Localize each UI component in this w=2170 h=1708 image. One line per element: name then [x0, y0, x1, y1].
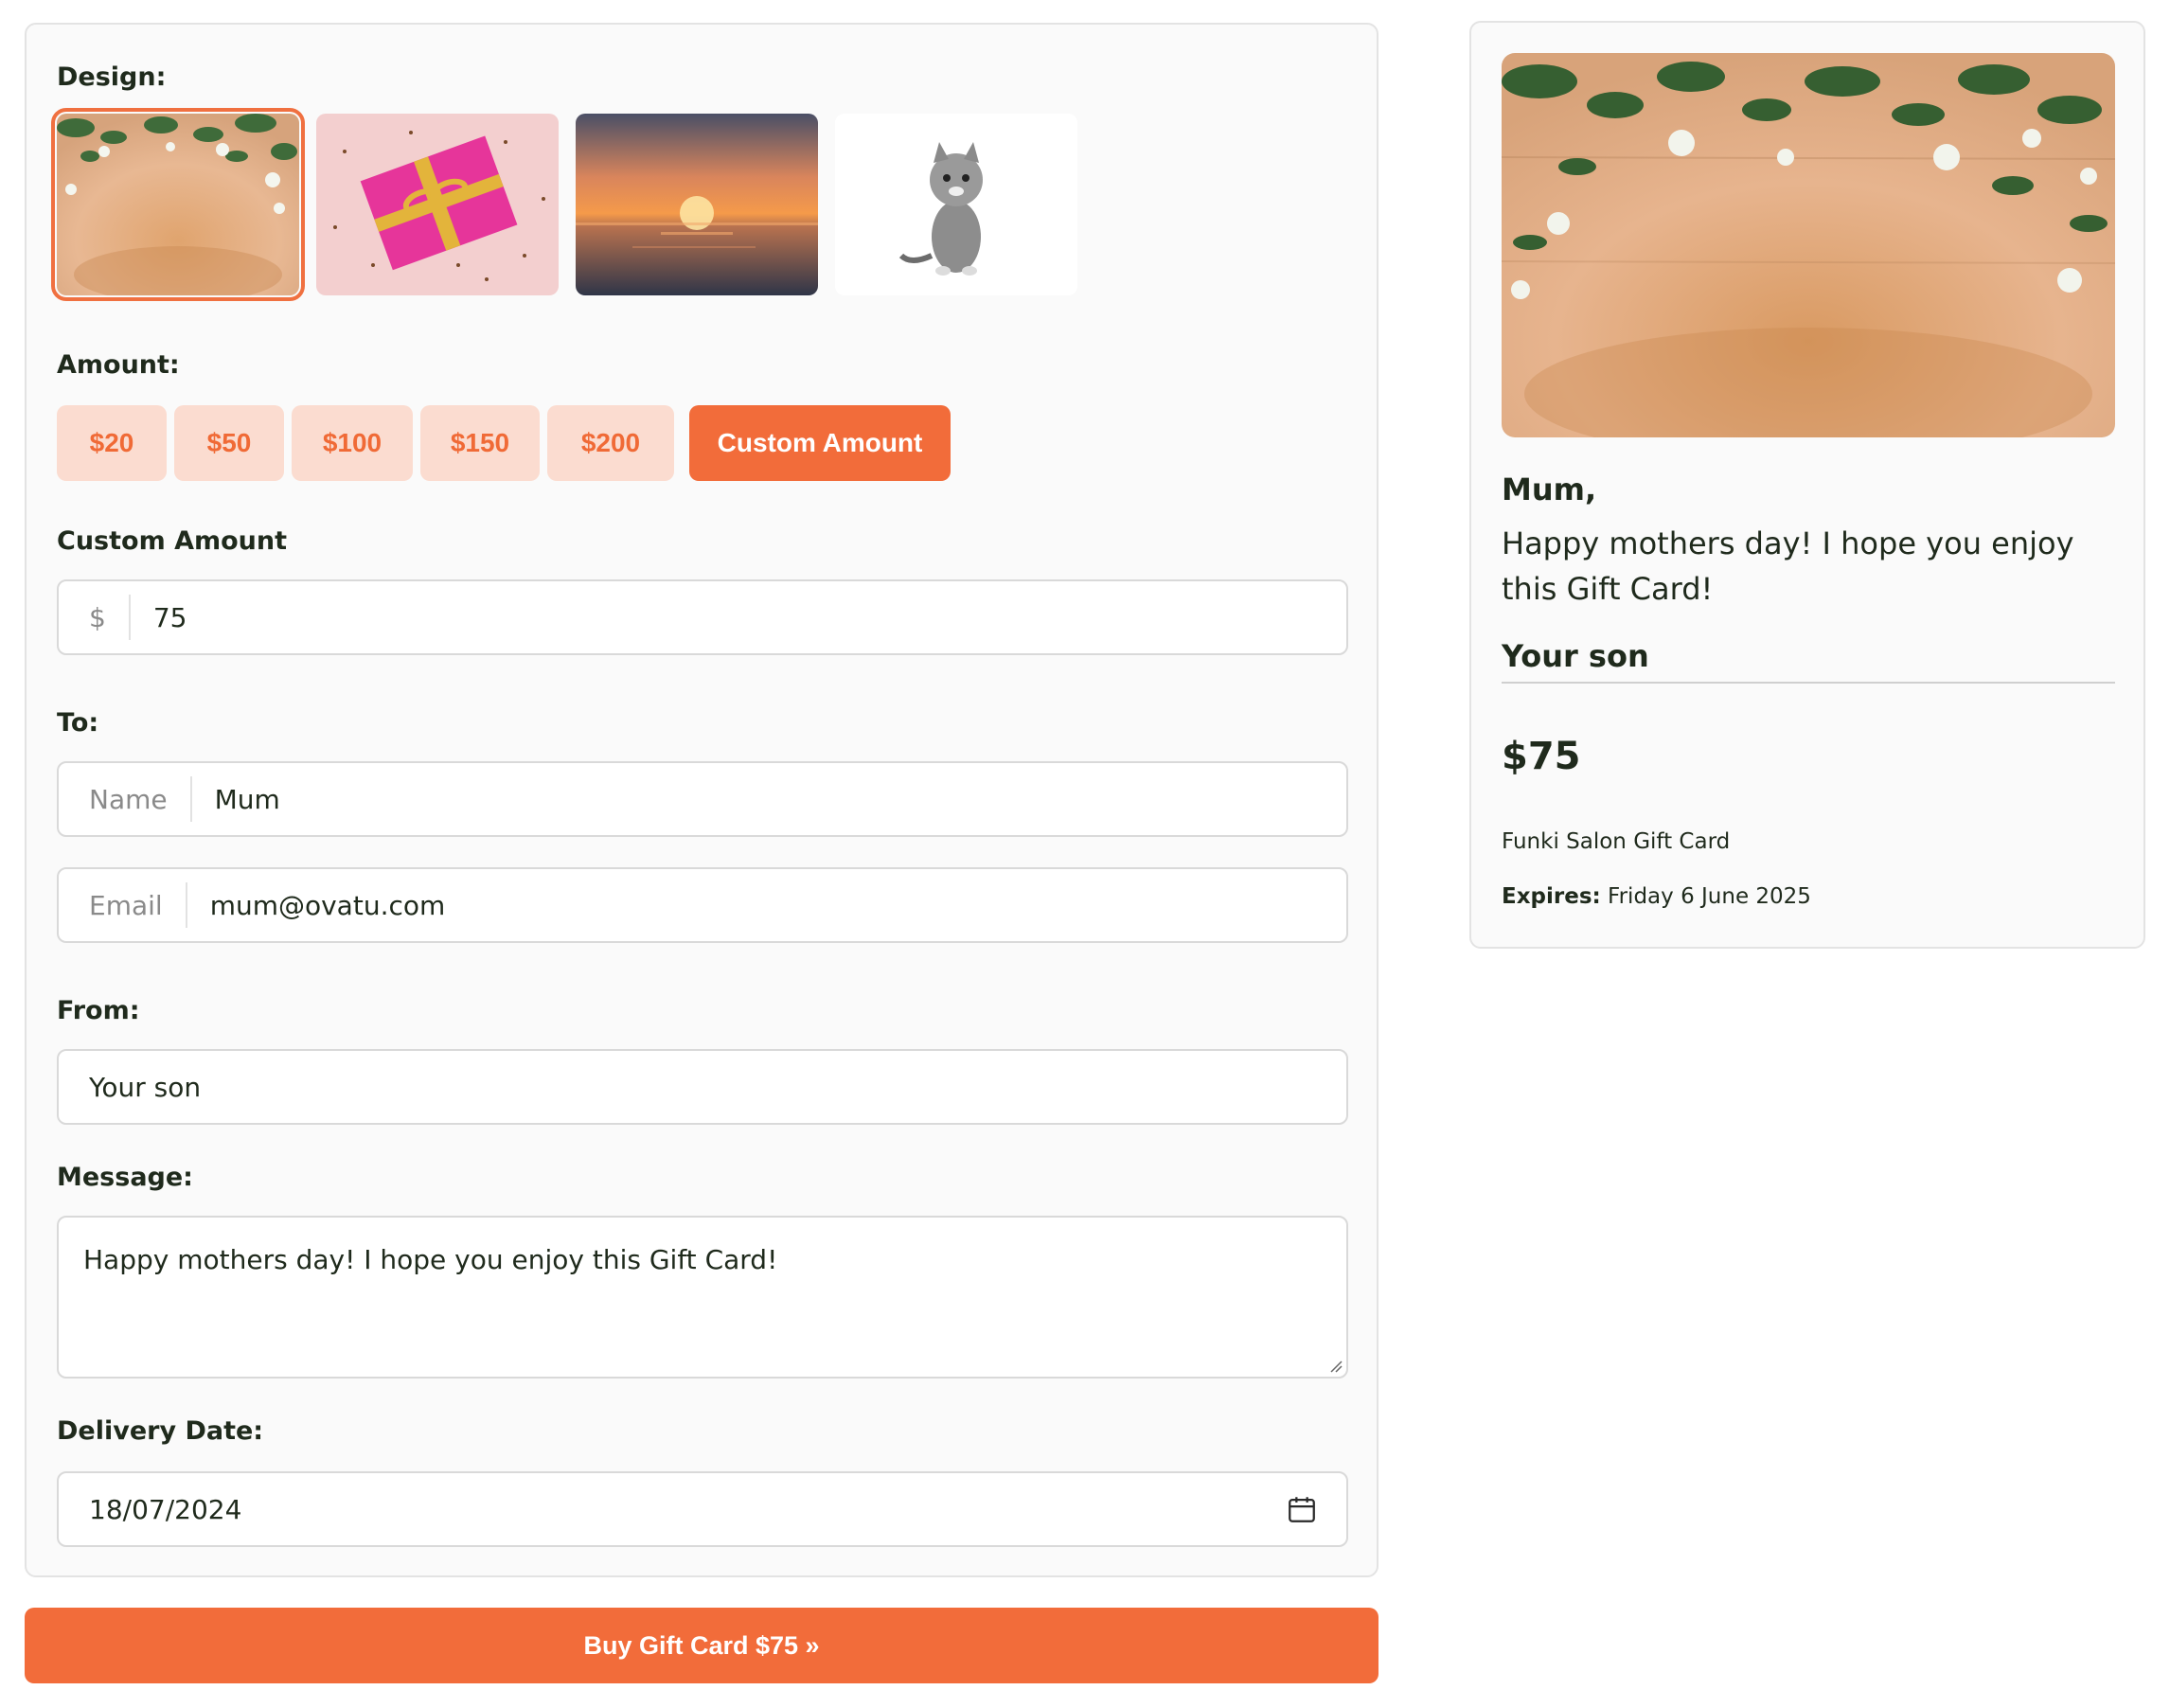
buy-gift-card-button[interactable]: Buy Gift Card $75 »: [25, 1608, 1378, 1683]
design-label: Design:: [57, 62, 167, 92]
message-textarea[interactable]: Happy mothers day! I hope you enjoy this…: [57, 1216, 1348, 1379]
custom-amount-value[interactable]: 75: [131, 602, 187, 633]
preview-recipient: Mum,: [1502, 471, 1597, 507]
gift-card-preview: Mum, Happy mothers day! I hope you enjoy…: [1469, 21, 2145, 949]
preview-expiry: Expires: Friday 6 June 2025: [1502, 884, 1811, 909]
to-email-value[interactable]: mum@ovatu.com: [187, 890, 446, 921]
preview-sender: Your son: [1502, 638, 1649, 674]
name-prefix: Name: [59, 776, 192, 822]
design-option-kitten[interactable]: [835, 114, 1077, 295]
delivery-date-field[interactable]: 18/07/2024: [57, 1471, 1348, 1547]
preview-message: Happy mothers day! I hope you enjoy this…: [1502, 525, 2074, 607]
custom-amount-button[interactable]: Custom Amount: [689, 405, 951, 481]
design-option-gift-box[interactable]: [316, 114, 559, 295]
amount-20-button[interactable]: $20: [57, 405, 167, 481]
preview-amount: $75: [1502, 735, 1581, 778]
message-label: Message:: [57, 1163, 193, 1192]
amount-100-button[interactable]: $100: [292, 405, 413, 481]
amount-150-button[interactable]: $150: [420, 405, 540, 481]
to-email-field[interactable]: Email mum@ovatu.com: [57, 867, 1348, 943]
currency-prefix: $: [59, 595, 131, 640]
design-option-flowers[interactable]: [51, 108, 305, 301]
to-label: To:: [57, 708, 99, 738]
email-prefix: Email: [59, 882, 187, 928]
from-value[interactable]: Your son: [59, 1072, 201, 1103]
custom-amount-field[interactable]: $ 75: [57, 579, 1348, 655]
resize-handle-icon[interactable]: [1327, 1358, 1343, 1373]
preview-design-image: [1502, 53, 2115, 437]
to-name-value[interactable]: Mum: [192, 784, 280, 815]
amount-200-button[interactable]: $200: [547, 405, 674, 481]
from-field[interactable]: Your son: [57, 1049, 1348, 1125]
to-name-field[interactable]: Name Mum: [57, 761, 1348, 837]
amount-50-button[interactable]: $50: [174, 405, 284, 481]
message-value: Happy mothers day! I hope you enjoy this…: [83, 1244, 778, 1275]
calendar-icon[interactable]: [1286, 1493, 1346, 1525]
preview-card-name: Funki Salon Gift Card: [1502, 829, 1731, 854]
design-option-sunset[interactable]: [576, 114, 818, 295]
expires-value: Friday 6 June 2025: [1608, 884, 1811, 909]
gift-card-form: Design: Amount: $20 $50 $100 $150 $200 C…: [25, 23, 1378, 1577]
delivery-date-label: Delivery Date:: [57, 1416, 264, 1446]
expires-label: Expires:: [1502, 884, 1601, 909]
from-label: From:: [57, 996, 140, 1025]
preview-divider: [1502, 682, 2115, 684]
amount-label: Amount:: [57, 350, 180, 380]
custom-amount-label: Custom Amount: [57, 526, 288, 556]
delivery-date-value[interactable]: 18/07/2024: [59, 1494, 241, 1525]
